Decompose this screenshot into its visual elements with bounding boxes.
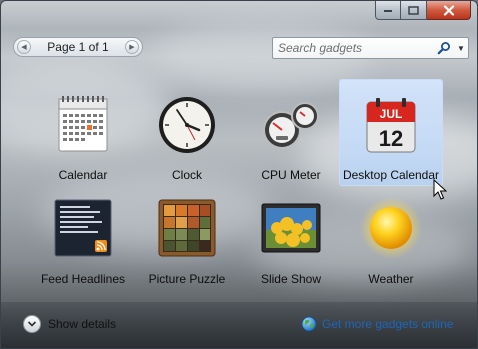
gadget-label: Clock	[171, 168, 202, 182]
desktop-calendar-icon: JUL 12	[366, 98, 416, 153]
search-input[interactable]	[273, 39, 434, 57]
desktop-calendar-day: 12	[379, 126, 403, 151]
maximize-icon	[408, 5, 419, 15]
desktop-calendar-month: JUL	[380, 107, 403, 121]
clock-icon	[159, 97, 215, 153]
minimize-icon	[384, 10, 392, 12]
search-button[interactable]	[434, 39, 454, 57]
picture-puzzle-icon	[158, 199, 216, 257]
gadget-desktop-calendar[interactable]: JUL 12 Desktop Calendar	[339, 79, 443, 186]
gadget-label: Weather	[368, 272, 414, 286]
gadget-label: Feed Headlines	[40, 272, 126, 286]
page-navigator: ◀ Page 1 of 1 ▶	[13, 37, 143, 57]
page-indicator: Page 1 of 1	[47, 40, 109, 54]
chevron-left-icon: ◀	[21, 44, 27, 51]
gadget-label: CPU Meter	[261, 168, 321, 182]
gadget-label: Desktop Calendar	[342, 168, 440, 182]
close-icon	[443, 4, 454, 16]
search-box: ▼	[272, 37, 469, 59]
caption-buttons	[375, 1, 471, 20]
calendar-icon	[58, 96, 108, 152]
get-more-gadgets-link[interactable]: Get more gadgets online	[301, 316, 453, 332]
show-details-label: Show details	[48, 317, 117, 331]
slide-show-icon	[261, 203, 321, 253]
search-icon	[437, 42, 450, 55]
gadget-label: Slide Show	[260, 272, 322, 286]
mouse-cursor-icon	[433, 179, 447, 200]
previous-page-button[interactable]: ◀	[17, 40, 31, 54]
next-page-button[interactable]: ▶	[124, 40, 139, 54]
gadget-label: Calendar	[58, 168, 108, 182]
globe-icon	[301, 316, 317, 332]
maximize-button[interactable]	[401, 1, 427, 20]
chevron-down-icon: ▼	[457, 43, 465, 53]
weather-icon	[360, 197, 422, 259]
gadget-calendar[interactable]: Calendar	[31, 79, 135, 186]
feed-headlines-icon	[54, 199, 112, 257]
gadget-cpu-meter[interactable]: CPU Meter	[239, 79, 343, 186]
gadget-gallery-window: ◀ Page 1 of 1 ▶ ▼	[0, 0, 478, 349]
show-details-toggle[interactable]: Show details	[23, 315, 116, 333]
cpu-meter-icon	[263, 102, 319, 149]
chevron-down-icon	[27, 321, 37, 327]
expand-button[interactable]	[23, 315, 41, 333]
gadget-weather[interactable]: Weather	[339, 183, 443, 290]
gadget-clock[interactable]: Clock	[135, 79, 239, 186]
gadget-feed-headlines[interactable]: Feed Headlines	[31, 183, 135, 290]
gadget-slide-show[interactable]: Slide Show	[239, 183, 343, 290]
chevron-right-icon: ▶	[129, 44, 135, 51]
close-button[interactable]	[427, 1, 471, 20]
gadget-label: Picture Puzzle	[148, 272, 226, 286]
search-options-dropdown[interactable]: ▼	[454, 39, 468, 57]
get-more-gadgets-label: Get more gadgets online	[322, 317, 454, 331]
gadget-picture-puzzle[interactable]: Picture Puzzle	[135, 183, 239, 290]
minimize-button[interactable]	[375, 1, 401, 20]
details-bar: Show details Get more gadgets online	[1, 301, 477, 348]
